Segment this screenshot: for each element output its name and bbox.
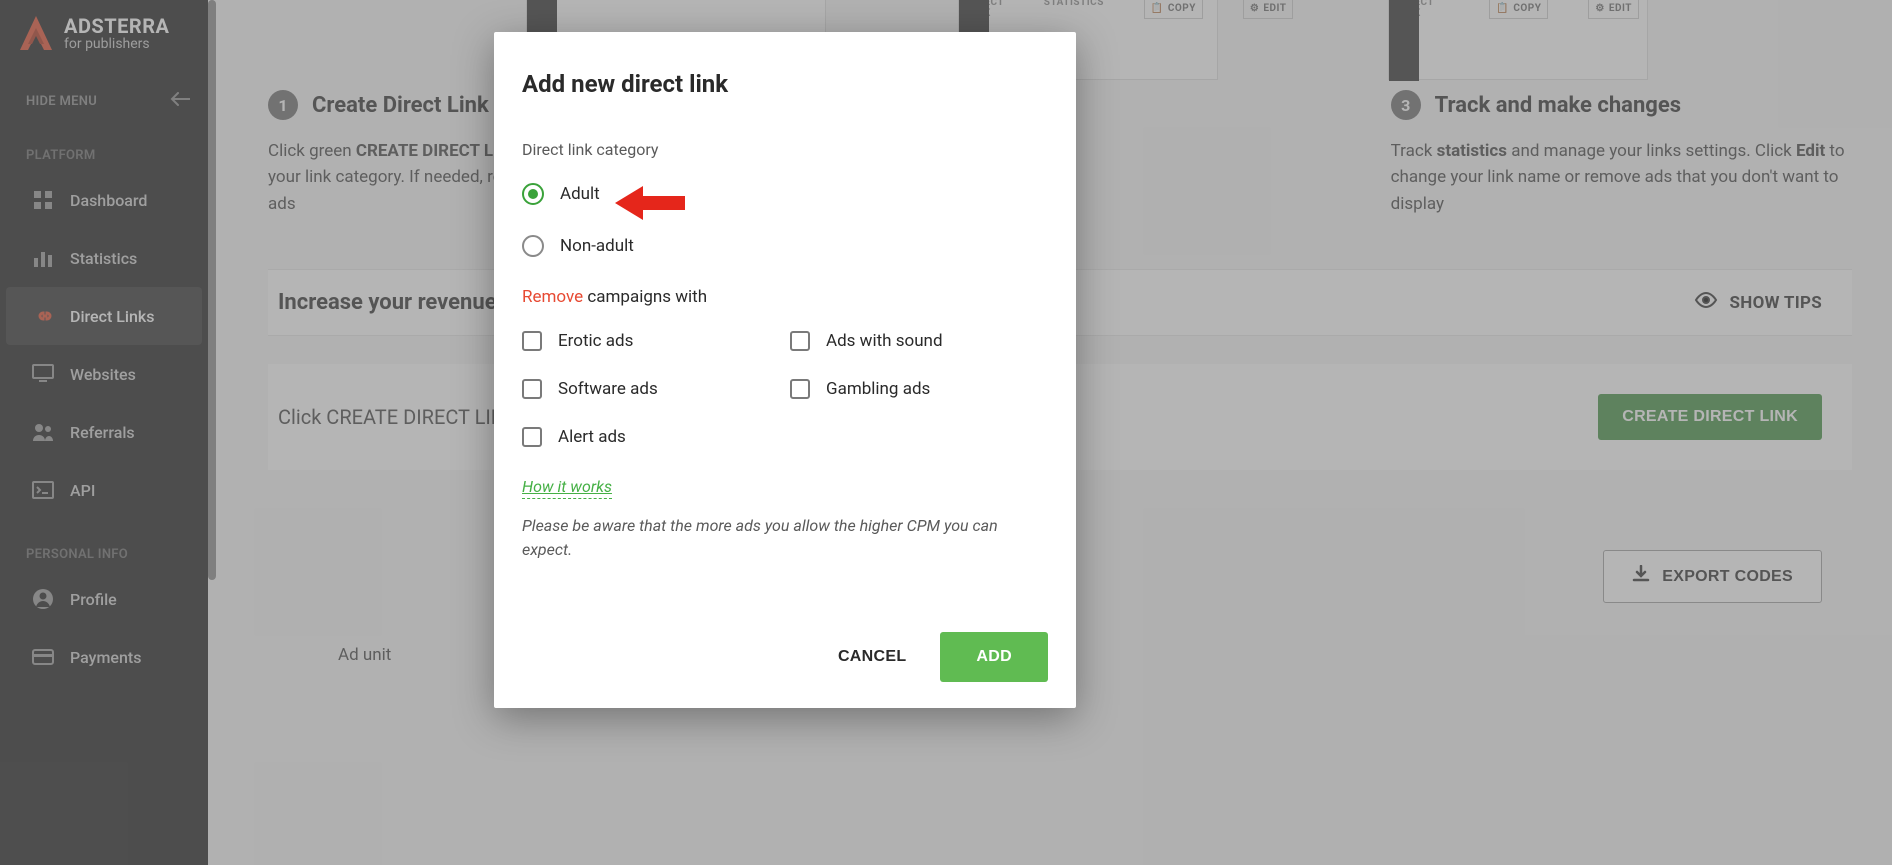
check-label: Gambling ads	[826, 379, 930, 399]
check-erotic-ads[interactable]: Erotic ads	[522, 331, 780, 351]
radio-label: Adult	[560, 184, 600, 204]
radio-icon	[522, 183, 544, 205]
remove-campaigns-label: Remove campaigns with	[522, 287, 1048, 307]
check-label: Ads with sound	[826, 331, 943, 351]
checkbox-icon	[790, 331, 810, 351]
check-software-ads[interactable]: Software ads	[522, 379, 780, 399]
checkbox-icon	[522, 427, 542, 447]
check-gambling-ads[interactable]: Gambling ads	[790, 379, 1048, 399]
checkbox-icon	[790, 379, 810, 399]
how-it-works-link[interactable]: How it works	[522, 477, 612, 499]
radio-label: Non-adult	[560, 236, 634, 256]
check-label: Software ads	[558, 379, 658, 399]
checkbox-icon	[522, 379, 542, 399]
radio-icon	[522, 235, 544, 257]
add-direct-link-modal: Add new direct link Direct link category…	[494, 32, 1076, 708]
remove-options: Erotic ads Ads with sound Software ads G…	[522, 331, 1048, 447]
check-alert-ads[interactable]: Alert ads	[522, 427, 780, 447]
modal-actions: CANCEL ADD	[522, 632, 1048, 682]
check-label: Erotic ads	[558, 331, 633, 351]
check-label: Alert ads	[558, 427, 626, 447]
check-ads-with-sound[interactable]: Ads with sound	[790, 331, 1048, 351]
add-button[interactable]: ADD	[940, 632, 1048, 682]
radio-nonadult[interactable]: Non-adult	[522, 235, 1048, 257]
modal-title: Add new direct link	[522, 70, 1048, 98]
radio-adult[interactable]: Adult	[522, 183, 1048, 205]
cancel-button[interactable]: CANCEL	[828, 632, 916, 682]
category-label: Direct link category	[522, 140, 1048, 159]
modal-note: Please be aware that the more ads you al…	[522, 514, 1048, 562]
